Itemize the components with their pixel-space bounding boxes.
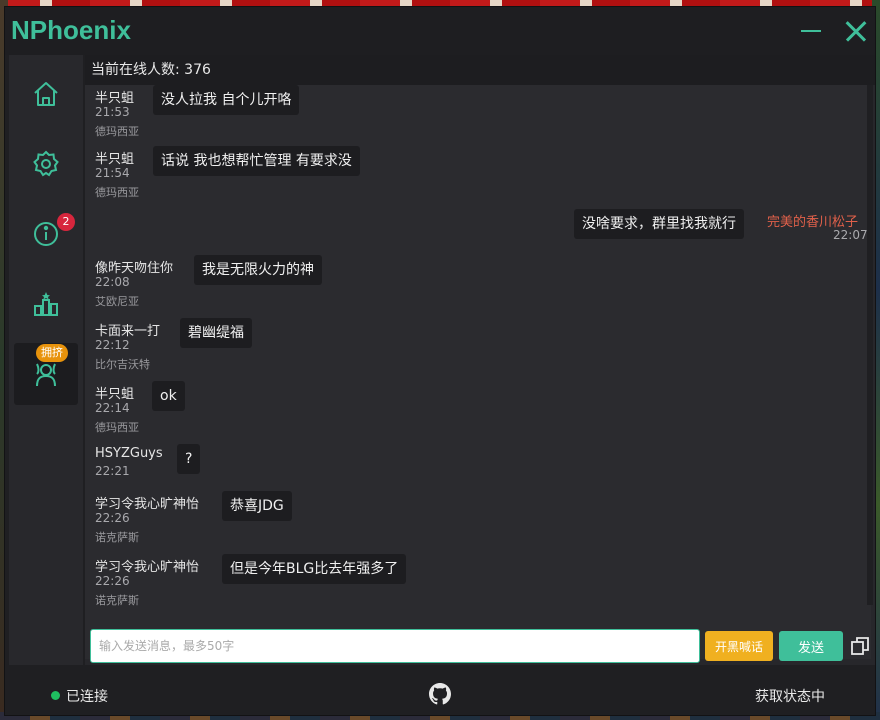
message-input[interactable] [90, 629, 700, 663]
sender-name: 半只蛆 [95, 387, 135, 402]
close-button[interactable] [841, 17, 869, 45]
sender-region: 诺克萨斯 [95, 531, 139, 544]
team-call-button[interactable]: 开黑喊话 [705, 631, 773, 661]
message-bubble: 恭喜JDG [222, 491, 292, 521]
scrollbar[interactable] [867, 85, 873, 605]
sidebar-item-ranking[interactable] [14, 273, 78, 335]
composer: 开黑喊话 发送 [85, 629, 875, 665]
message-time: 22:21 [95, 464, 130, 478]
message-bubble: 但是今年BLG比去年强多了 [222, 554, 407, 584]
sender-name: 半只蛆 [95, 91, 135, 106]
chat-panel: 当前在线人数: 376 半只蛆 21:53 德玛西亚 没人拉我 自个儿开咯 半只… [85, 55, 875, 665]
sender-name: HSYZGuys [95, 446, 163, 461]
sender-region: 德玛西亚 [95, 186, 139, 199]
sidebar-item-settings[interactable] [14, 133, 78, 195]
message-time: 22:26 [95, 511, 130, 525]
sender-region: 比尔吉沃特 [95, 358, 150, 371]
message-bubble: 没啥要求，群里找我就行 [574, 209, 744, 239]
message-bubble: ? [177, 444, 201, 474]
status-bar: 已连接 获取状态中 [5, 671, 875, 715]
home-icon [34, 82, 58, 106]
message-time: 22:08 [95, 275, 130, 289]
sidebar: 2 拥挤 [9, 55, 83, 665]
message-bubble: ok [152, 381, 185, 411]
message-bubble: 碧幽缇福 [180, 318, 252, 348]
crowded-badge: 拥挤 [36, 344, 68, 362]
sender-name: 半只蛆 [95, 152, 135, 167]
message-bubble: 没人拉我 自个儿开咯 [153, 85, 300, 115]
sender-name: 学习令我心旷神怡 [95, 497, 200, 512]
sender-region: 德玛西亚 [95, 421, 139, 434]
message-time: 22:26 [95, 574, 130, 588]
sender-name: 像昨天吻住你 [95, 261, 174, 276]
gear-icon [33, 150, 59, 177]
minimize-button[interactable] [797, 17, 825, 45]
message-bubble: 话说 我也想帮忙管理 有要求没 [153, 146, 360, 176]
sidebar-item-info[interactable]: 2 [14, 203, 78, 265]
sender-name: 卡面来一打 [95, 324, 161, 339]
sidebar-item-home[interactable] [14, 63, 78, 125]
message-list[interactable]: 半只蛆 21:53 德玛西亚 没人拉我 自个儿开咯 半只蛆 21:54 德玛西亚… [85, 85, 871, 659]
message-time: 22:07 [833, 228, 868, 242]
app-title: NPhoenix [11, 15, 131, 45]
app-window: NPhoenix 2 拥挤 当前在线人数: 376 半只蛆 21:53 德玛西亚… [4, 6, 876, 716]
send-button[interactable]: 发送 [779, 631, 843, 661]
message-time: 22:14 [95, 401, 130, 415]
connection-status-dot [51, 691, 60, 700]
online-count: 当前在线人数: 376 [85, 55, 875, 85]
sender-region: 德玛西亚 [95, 125, 139, 138]
sender-region: 诺克萨斯 [95, 594, 139, 607]
message-time: 21:54 [95, 166, 130, 180]
github-icon[interactable] [429, 683, 451, 705]
ranking-icon [34, 292, 58, 316]
people-icon [36, 363, 56, 387]
notification-badge: 2 [57, 213, 75, 231]
sender-region: 艾欧尼亚 [95, 295, 139, 308]
sidebar-item-people[interactable]: 拥挤 [14, 343, 78, 405]
message-time: 21:53 [95, 105, 130, 119]
message-time: 22:12 [95, 338, 130, 352]
sender-name: 学习令我心旷神怡 [95, 560, 200, 575]
connection-status: 已连接 [66, 689, 108, 705]
message-bubble: 我是无限火力的神 [194, 255, 322, 285]
fetch-status: 获取状态中 [755, 689, 825, 705]
copy-icon[interactable] [849, 635, 871, 657]
title-bar[interactable]: NPhoenix [5, 7, 875, 55]
